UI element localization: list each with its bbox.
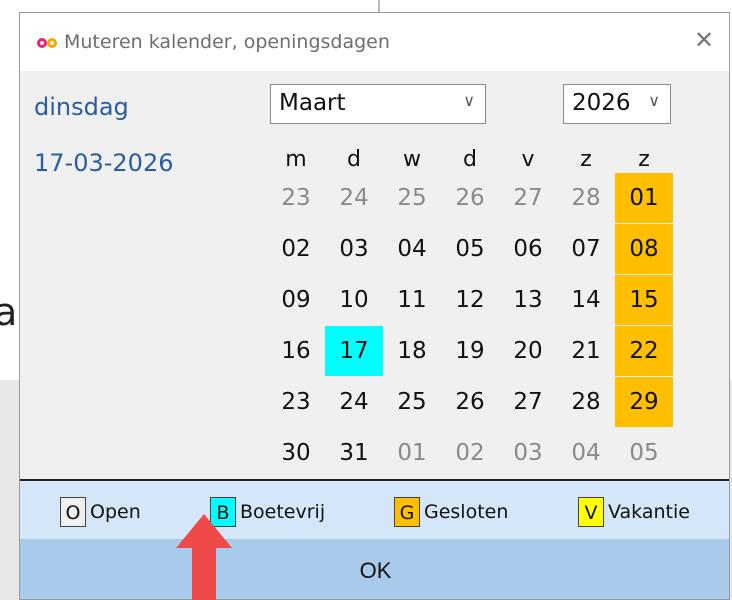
legend-bar: O Open B Boetevrij G Gesloten V Vakantie	[20, 479, 729, 539]
legend-vakantie-label: Vakantie	[608, 501, 690, 523]
selected-date: 17-03-2026	[34, 149, 174, 177]
calendar-day[interactable]: 19	[441, 326, 499, 376]
month-select[interactable]: Maart ∨	[270, 84, 486, 124]
close-icon[interactable]: ✕	[689, 26, 719, 54]
weekday-header: z	[580, 147, 592, 172]
calendar-day[interactable]: 27	[499, 173, 557, 223]
calendar-day[interactable]: 04	[383, 224, 441, 274]
calendar-day[interactable]: 17	[325, 326, 383, 376]
title-bar: Muteren kalender, openingsdagen ✕	[20, 13, 729, 71]
calendar-day[interactable]: 14	[557, 275, 615, 325]
calendar-day[interactable]: 23	[267, 377, 325, 427]
calendar-day[interactable]: 25	[383, 377, 441, 427]
month-select-value: Maart	[279, 90, 346, 116]
calendar-day[interactable]: 08	[615, 224, 673, 274]
calendar-day[interactable]: 06	[499, 224, 557, 274]
legend-gesloten-label: Gesloten	[424, 501, 509, 523]
chevron-down-icon[interactable]: ∨	[463, 91, 475, 110]
calendar-day[interactable]: 26	[441, 173, 499, 223]
calendar-day[interactable]: 15	[615, 275, 673, 325]
calendar-dialog: Muteren kalender, openingsdagen ✕ dinsda…	[19, 12, 730, 600]
year-select-value: 2026	[572, 90, 631, 116]
weekday-header: v	[521, 147, 535, 172]
legend-boetevrij-label: Boetevrij	[240, 501, 326, 523]
calendar-day[interactable]: 11	[383, 275, 441, 325]
calendar-day[interactable]: 03	[325, 224, 383, 274]
legend-open-label: Open	[90, 501, 141, 523]
background-divider	[378, 0, 380, 12]
chevron-down-icon[interactable]: ∨	[648, 91, 660, 110]
weekday-header: d	[347, 147, 361, 172]
calendar-day[interactable]: 30	[267, 428, 325, 478]
year-select[interactable]: 2026 ∨	[563, 84, 671, 124]
calendar-day[interactable]: 02	[267, 224, 325, 274]
legend-gesloten: G Gesloten	[394, 497, 509, 527]
calendar-day[interactable]: 27	[499, 377, 557, 427]
calendar-day[interactable]: 05	[615, 428, 673, 478]
calendar-day[interactable]: 23	[267, 173, 325, 223]
calendar-day[interactable]: 10	[325, 275, 383, 325]
calendar-day[interactable]: 24	[325, 173, 383, 223]
calendar-day[interactable]: 07	[557, 224, 615, 274]
calendar-day[interactable]: 18	[383, 326, 441, 376]
selected-day-name: dinsdag	[34, 93, 129, 121]
month-select-divider	[417, 85, 418, 123]
calendar-day[interactable]: 03	[499, 428, 557, 478]
window-title: Muteren kalender, openingsdagen	[64, 31, 390, 53]
ok-button[interactable]: OK	[20, 539, 729, 599]
calendar-day[interactable]: 22	[615, 326, 673, 376]
calendar-day[interactable]: 28	[557, 173, 615, 223]
calendar-day[interactable]: 21	[557, 326, 615, 376]
calendar-day[interactable]: 24	[325, 377, 383, 427]
calendar-day[interactable]: 28	[557, 377, 615, 427]
legend-vakantie-code: V	[578, 497, 604, 527]
calendar-day[interactable]: 05	[441, 224, 499, 274]
weekday-header: z	[638, 147, 650, 172]
weekday-header: m	[285, 147, 307, 172]
calendar-day[interactable]: 26	[441, 377, 499, 427]
calendar-day[interactable]: 02	[441, 428, 499, 478]
calendar-day[interactable]: 16	[267, 326, 325, 376]
calendar-day[interactable]: 01	[615, 173, 673, 223]
calendar-day[interactable]: 13	[499, 275, 557, 325]
calendar-day[interactable]: 20	[499, 326, 557, 376]
calendar-day[interactable]: 01	[383, 428, 441, 478]
legend-open: O Open	[60, 497, 141, 527]
legend-vakantie: V Vakantie	[578, 497, 690, 527]
calendar-day[interactable]: 12	[441, 275, 499, 325]
weekday-header: w	[403, 147, 421, 172]
calendar-day[interactable]: 09	[267, 275, 325, 325]
background-text-fragment: a	[0, 290, 18, 334]
calendar-day[interactable]: 25	[383, 173, 441, 223]
weekday-header: d	[463, 147, 477, 172]
legend-gesloten-code: G	[394, 497, 420, 527]
red-arrow-icon	[176, 514, 232, 600]
legend-open-code: O	[60, 497, 86, 527]
calendar-day[interactable]: 31	[325, 428, 383, 478]
calendar-day[interactable]: 29	[615, 377, 673, 427]
calendar-day[interactable]: 04	[557, 428, 615, 478]
infinity-logo-icon	[37, 38, 57, 48]
